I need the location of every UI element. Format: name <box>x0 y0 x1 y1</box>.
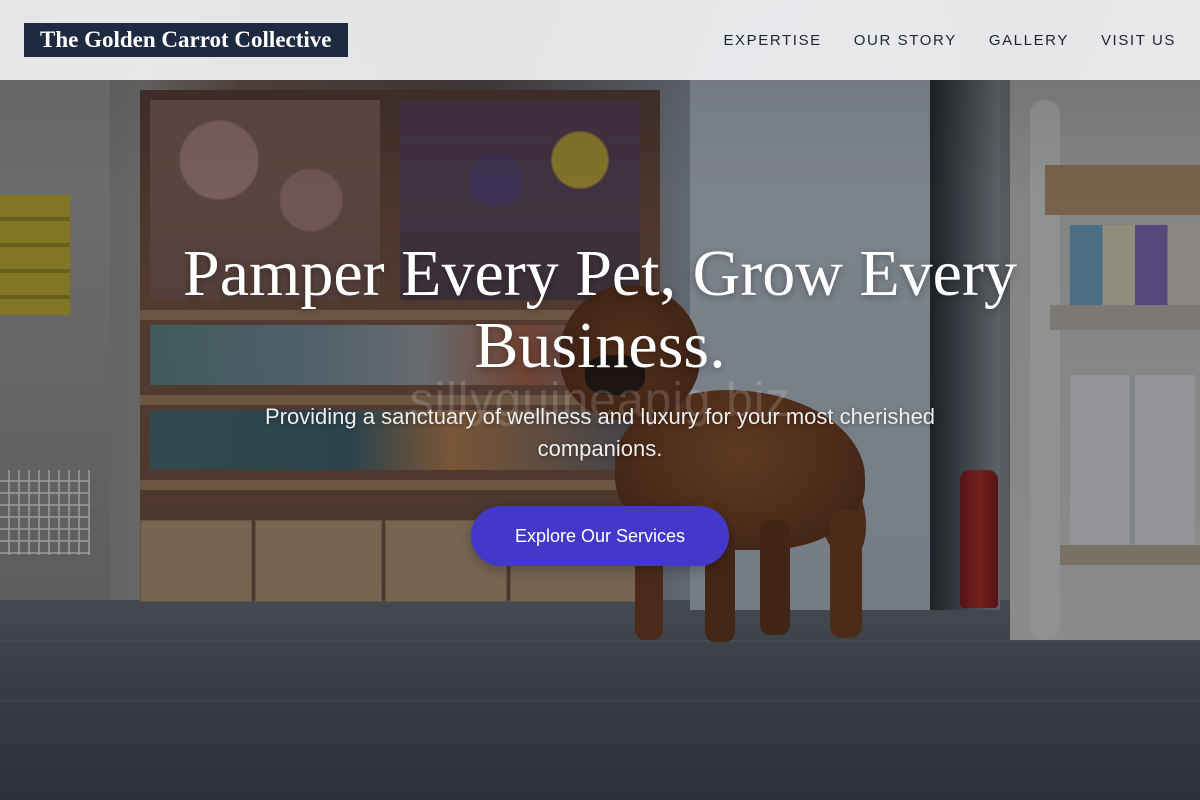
nav-link-expertise[interactable]: EXPERTISE <box>723 32 821 49</box>
explore-services-button[interactable]: Explore Our Services <box>471 506 729 566</box>
page: The Golden Carrot Collective EXPERTISE O… <box>0 0 1200 800</box>
nav-link-our-story[interactable]: OUR STORY <box>854 32 957 49</box>
nav-link-visit-us[interactable]: VISIT US <box>1101 32 1176 49</box>
nav-link-gallery[interactable]: GALLERY <box>989 32 1069 49</box>
hero-headline: Pamper Every Pet, Grow Every Business. <box>183 237 1017 382</box>
hero-subtitle: Providing a sanctuary of wellness and lu… <box>264 404 936 461</box>
hero-section: sillyguineapig.biz Pamper Every Pet, Gro… <box>0 80 1200 800</box>
site-header: The Golden Carrot Collective EXPERTISE O… <box>0 0 1200 80</box>
main-nav: EXPERTISE OUR STORY GALLERY VISIT US <box>723 32 1176 49</box>
site-logo[interactable]: The Golden Carrot Collective <box>24 23 348 57</box>
